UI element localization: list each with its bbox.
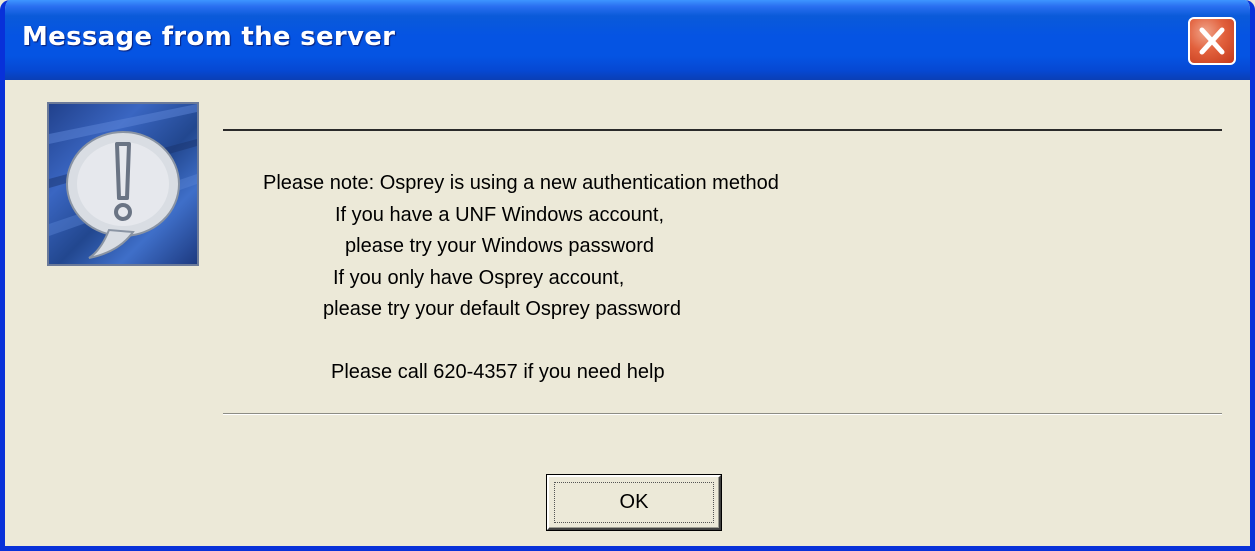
ok-button[interactable]: OK	[547, 475, 721, 530]
message-dialog: Message from the server Please note: Osp…	[0, 0, 1255, 551]
message-line: please try your default Osprey password	[323, 298, 681, 320]
top-divider	[223, 129, 1222, 131]
message-line: Please call 620-4357 if you need help	[331, 361, 665, 383]
message-line: please try your Windows password	[345, 235, 655, 257]
ok-button-label: OK	[619, 491, 649, 513]
bottom-divider	[223, 413, 1222, 415]
close-button[interactable]	[1188, 17, 1236, 65]
message-line: If you have a UNF Windows account,	[335, 204, 665, 226]
title-bar[interactable]: Message from the server	[5, 0, 1250, 80]
exclamation-speech-bubble-icon	[47, 102, 199, 266]
message-line: If you only have Osprey account,	[333, 267, 625, 289]
message-line: Please note: Osprey is using a new authe…	[263, 172, 779, 194]
window-title: Message from the server	[22, 22, 396, 52]
close-icon	[1199, 27, 1225, 55]
